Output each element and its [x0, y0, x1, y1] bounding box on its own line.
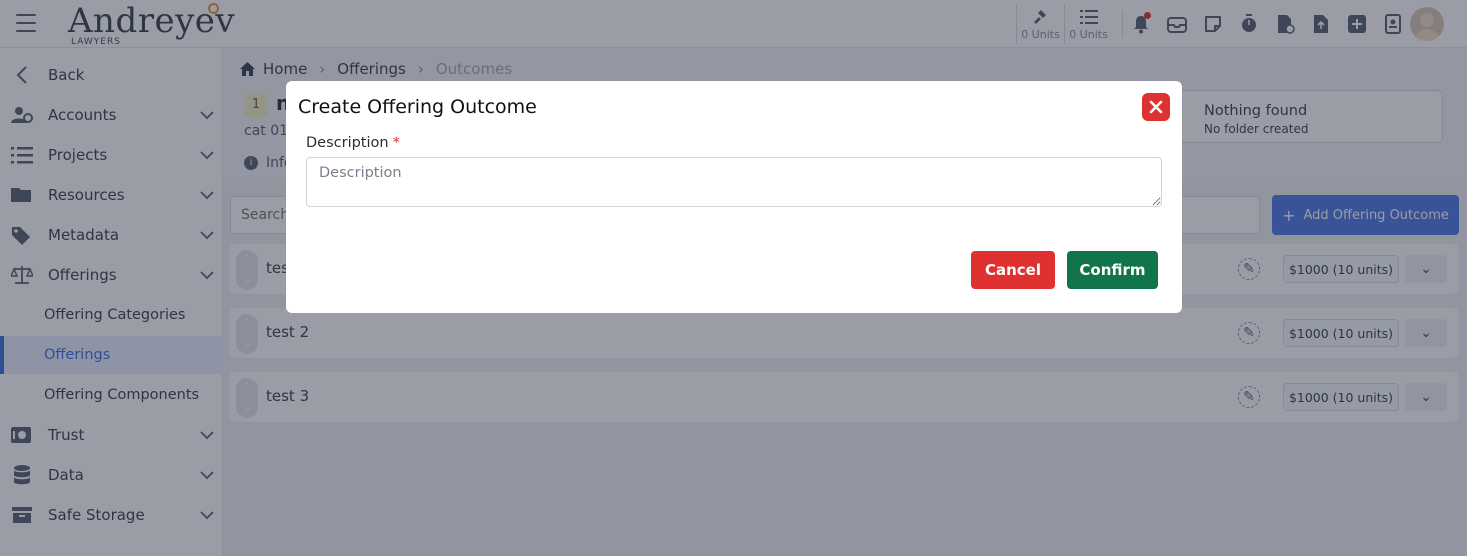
- modal-title: Create Offering Outcome: [298, 96, 537, 118]
- cancel-button[interactable]: Cancel: [971, 251, 1055, 289]
- description-label-text: Description: [306, 135, 389, 151]
- description-field[interactable]: [306, 157, 1162, 207]
- confirm-button[interactable]: Confirm: [1067, 251, 1158, 289]
- create-offering-outcome-modal: Create Offering Outcome Description* Can…: [286, 81, 1182, 313]
- required-marker: *: [392, 135, 400, 151]
- close-icon: [1149, 100, 1163, 114]
- description-label: Description *: [306, 135, 400, 151]
- close-button[interactable]: [1142, 93, 1170, 121]
